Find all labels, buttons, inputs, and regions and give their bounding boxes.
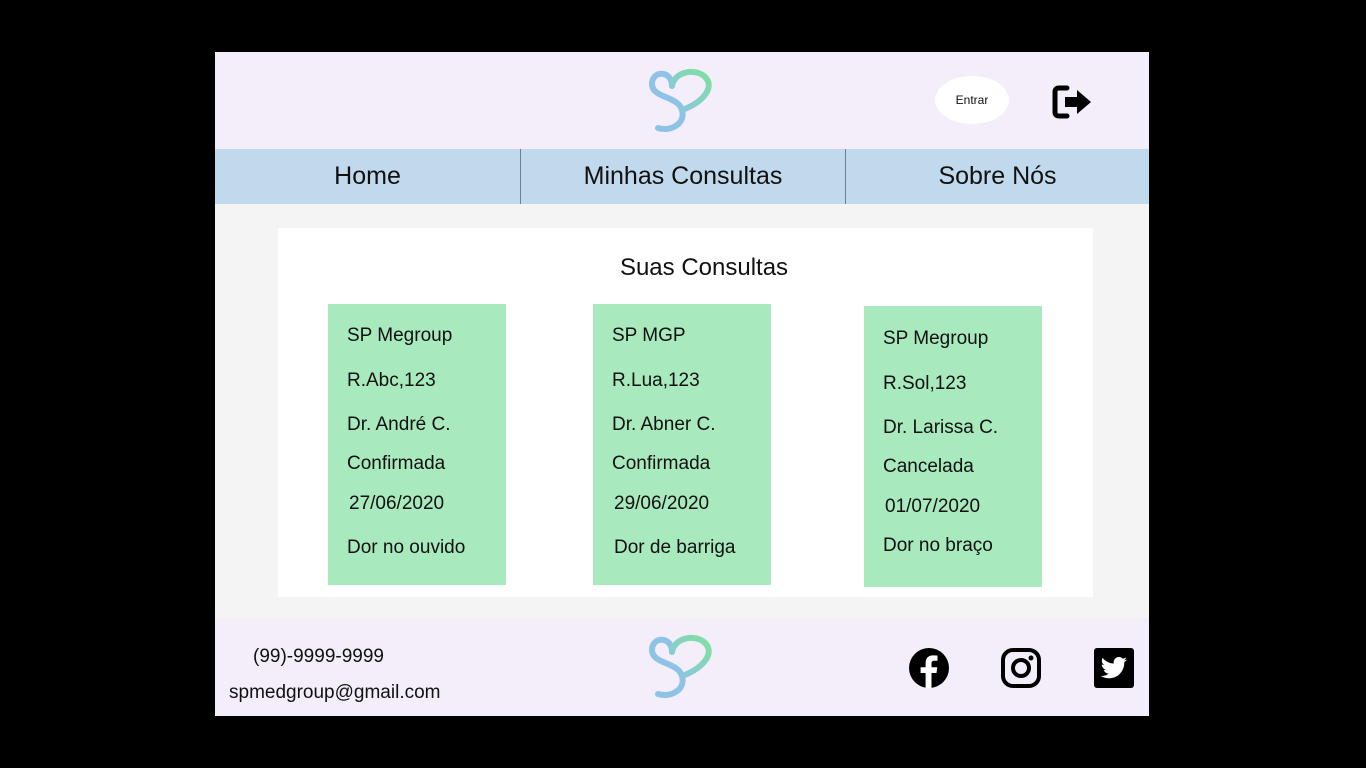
instagram-icon[interactable] xyxy=(999,646,1043,690)
appointment-clinic: SP Megroup xyxy=(347,325,453,346)
appointment-date: 27/06/2020 xyxy=(349,493,445,514)
app-frame: Entrar Home Minhas Consultas Sobre Nós S… xyxy=(215,52,1149,716)
appointment-address: R.Abc,123 xyxy=(347,370,436,391)
appointment-doctor: Dr. Abner C. xyxy=(612,414,716,435)
appointment-description: Dor no ouvido xyxy=(347,537,466,558)
nav-item-minhas-consultas[interactable]: Minhas Consultas xyxy=(521,149,846,204)
appointment-address: R.Sol,123 xyxy=(883,373,967,394)
contact-phone: (99)-9999-9999 xyxy=(253,646,384,667)
appointment-address: R.Lua,123 xyxy=(612,370,700,391)
nav-item-home[interactable]: Home xyxy=(215,149,521,204)
contact-email[interactable]: spmedgroup@gmail.com xyxy=(229,682,441,704)
appointment-card: SP MGP R.Lua,123 Dr. Abner C. Confirmada… xyxy=(593,304,771,585)
appointment-description: Dor de barriga xyxy=(614,537,736,558)
appointment-card: SP Megroup R.Abc,123 Dr. André C. Confir… xyxy=(328,304,506,585)
appointment-doctor: Dr. Larissa C. xyxy=(883,417,999,438)
login-button[interactable]: Entrar xyxy=(935,76,1009,124)
nav-item-sobre-nos[interactable]: Sobre Nós xyxy=(846,149,1149,204)
facebook-icon[interactable] xyxy=(907,646,951,690)
heart-s-logo-icon xyxy=(648,68,712,132)
appointment-date: 29/06/2020 xyxy=(614,493,710,514)
appointment-card: SP Megroup R.Sol,123 Dr. Larissa C. Canc… xyxy=(864,306,1042,587)
appointment-status: Confirmada xyxy=(612,453,711,474)
main-nav: Home Minhas Consultas Sobre Nós xyxy=(215,149,1149,204)
appointment-status: Confirmada xyxy=(347,453,446,474)
appointment-clinic: SP MGP xyxy=(612,325,686,346)
footer: (99)-9999-9999 spmedgroup@gmail.com xyxy=(215,618,1149,716)
appointment-doctor: Dr. André C. xyxy=(347,414,451,435)
header: Entrar xyxy=(215,52,1149,149)
page-title: Suas Consultas xyxy=(619,254,789,281)
heart-s-logo-icon xyxy=(648,634,712,698)
sign-out-icon[interactable] xyxy=(1051,84,1095,120)
appointment-description: Dor no braço xyxy=(883,535,993,556)
appointment-date: 01/07/2020 xyxy=(885,496,981,517)
appointment-clinic: SP Megroup xyxy=(883,328,989,349)
appointments-panel: Suas Consultas SP Megroup R.Abc,123 Dr. … xyxy=(278,228,1093,597)
appointment-status: Cancelada xyxy=(883,456,974,477)
twitter-icon[interactable] xyxy=(1092,646,1136,690)
